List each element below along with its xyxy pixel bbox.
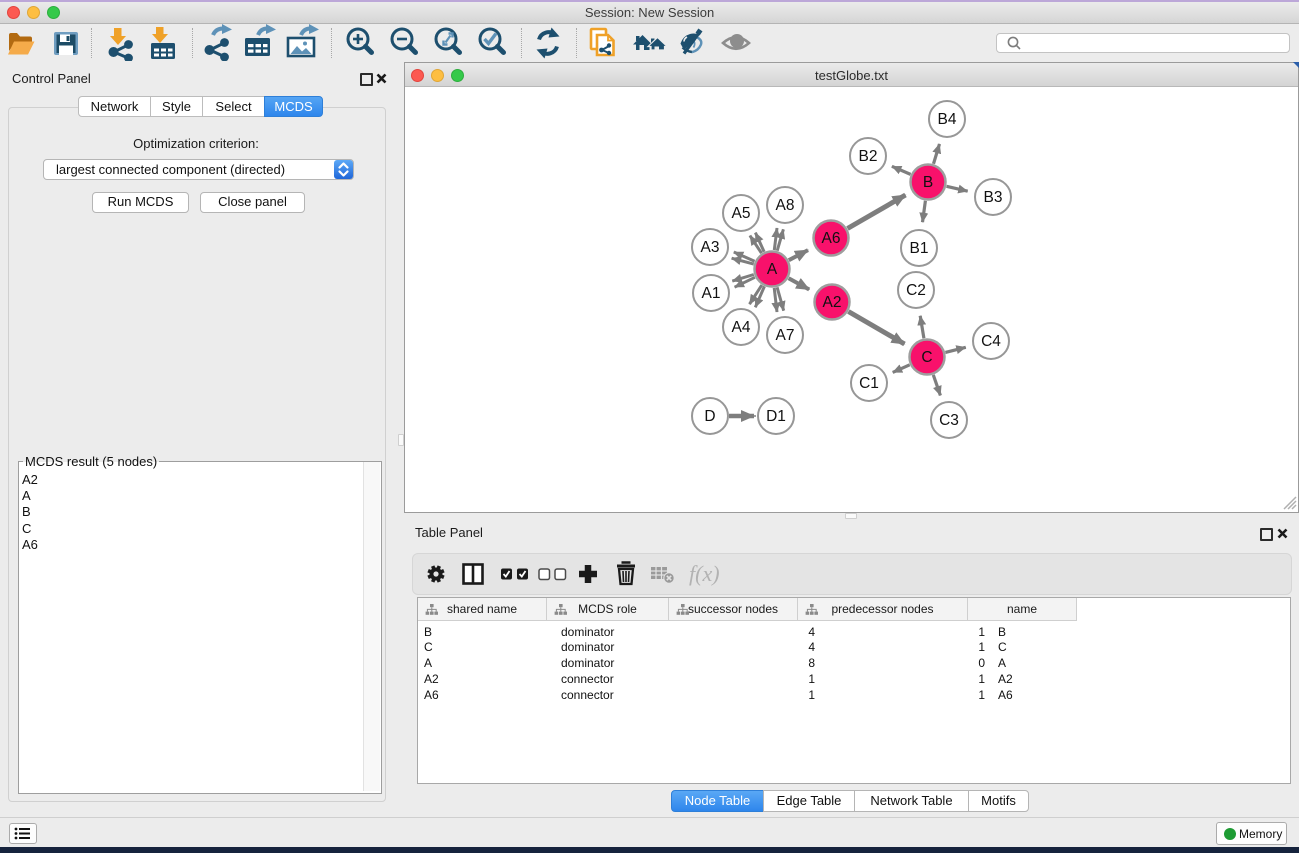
svg-text:B1: B1 xyxy=(910,240,929,257)
svg-text:C: C xyxy=(921,349,932,366)
svg-text:f(x): f(x) xyxy=(689,561,720,586)
svg-text:B: B xyxy=(923,174,933,191)
svg-text:D1: D1 xyxy=(766,408,786,425)
svg-text:A1: A1 xyxy=(702,285,721,302)
svg-text:A2: A2 xyxy=(823,294,842,311)
svg-text:A: A xyxy=(767,261,778,278)
svg-text:C1: C1 xyxy=(859,375,879,392)
svg-text:C3: C3 xyxy=(939,412,959,429)
svg-text:A3: A3 xyxy=(701,239,720,256)
svg-text:B2: B2 xyxy=(859,148,878,165)
svg-text:B4: B4 xyxy=(938,111,957,128)
svg-text:A5: A5 xyxy=(732,205,751,222)
svg-text:A4: A4 xyxy=(732,319,751,336)
svg-text:C4: C4 xyxy=(981,333,1001,350)
svg-text:B3: B3 xyxy=(984,189,1003,206)
svg-text:A7: A7 xyxy=(776,327,795,344)
svg-text:C2: C2 xyxy=(906,282,926,299)
svg-text:A6: A6 xyxy=(822,230,841,247)
svg-text:A8: A8 xyxy=(776,197,795,214)
svg-text:D: D xyxy=(704,408,715,425)
